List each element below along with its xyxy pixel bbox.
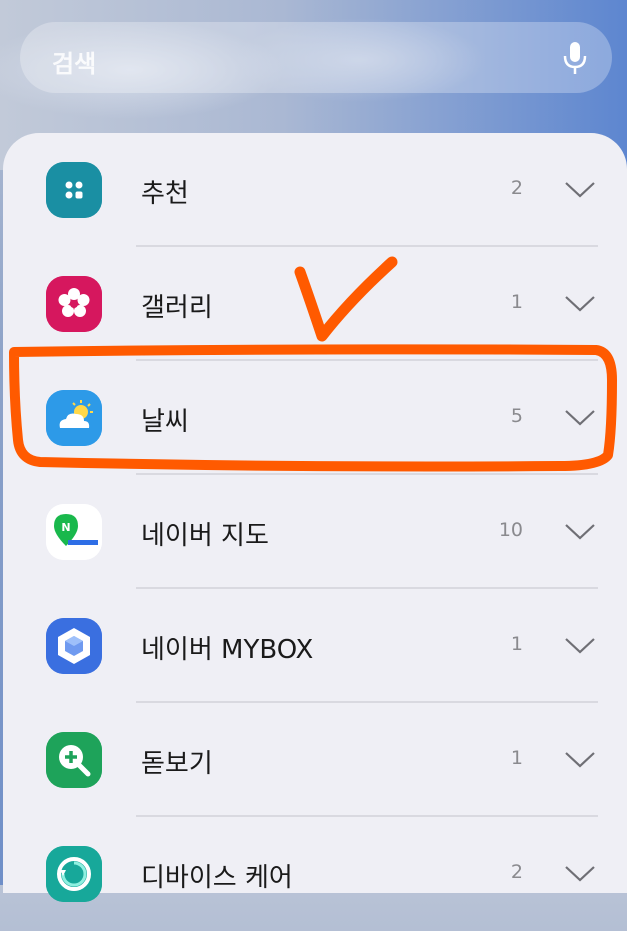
search-placeholder: 검색: [52, 50, 97, 78]
list-item-weather[interactable]: 날씨 5: [3, 361, 627, 475]
notification-count: 1: [510, 291, 523, 313]
notification-count: 1: [510, 747, 523, 769]
notification-count: 10: [498, 519, 523, 541]
chevron-down-icon[interactable]: [563, 407, 597, 429]
list-item-device-care[interactable]: 디바이스 케어 2: [3, 817, 627, 931]
chevron-down-icon[interactable]: [563, 179, 597, 201]
search-bar[interactable]: 검색: [20, 22, 612, 93]
svg-text:N: N: [61, 521, 70, 534]
chevron-down-icon[interactable]: [563, 863, 597, 885]
notification-count: 1: [510, 633, 523, 655]
magnifier-plus-icon: [46, 732, 102, 788]
chevron-down-icon[interactable]: [563, 635, 597, 657]
naver-map-icon: N: [46, 504, 102, 560]
list-item-recommended[interactable]: 추천 2: [3, 133, 627, 247]
app-name: 네이버 MYBOX: [141, 635, 314, 665]
list-item-naver-map[interactable]: N 네이버 지도 10: [3, 475, 627, 589]
grid-dots-icon: [46, 162, 102, 218]
chevron-down-icon[interactable]: [563, 293, 597, 315]
list-item-naver-mybox[interactable]: 네이버 MYBOX 1: [3, 589, 627, 703]
chevron-down-icon[interactable]: [563, 521, 597, 543]
list-item-gallery[interactable]: 갤러리 1: [3, 247, 627, 361]
app-name: 네이버 지도: [141, 521, 269, 551]
app-name: 날씨: [141, 407, 189, 437]
list-item-magnifier[interactable]: 돋보기 1: [3, 703, 627, 817]
app-name: 갤러리: [141, 293, 213, 323]
device-care-icon: [46, 846, 102, 902]
microphone-icon[interactable]: [562, 40, 588, 76]
app-name: 돋보기: [141, 749, 213, 779]
flower-icon: [46, 276, 102, 332]
chevron-down-icon[interactable]: [563, 749, 597, 771]
notification-count: 2: [510, 861, 523, 883]
notification-count: 2: [510, 177, 523, 199]
notification-count: 5: [510, 405, 523, 427]
app-list-panel: 추천 2 갤러리 1 날씨 5 N 네이버 지도 10 네이버 MYBOX 1 …: [3, 133, 627, 902]
app-name: 디바이스 케어: [141, 863, 293, 893]
app-name: 추천: [141, 179, 189, 209]
sun-cloud-icon: [46, 390, 102, 446]
cube-icon: [46, 618, 102, 674]
